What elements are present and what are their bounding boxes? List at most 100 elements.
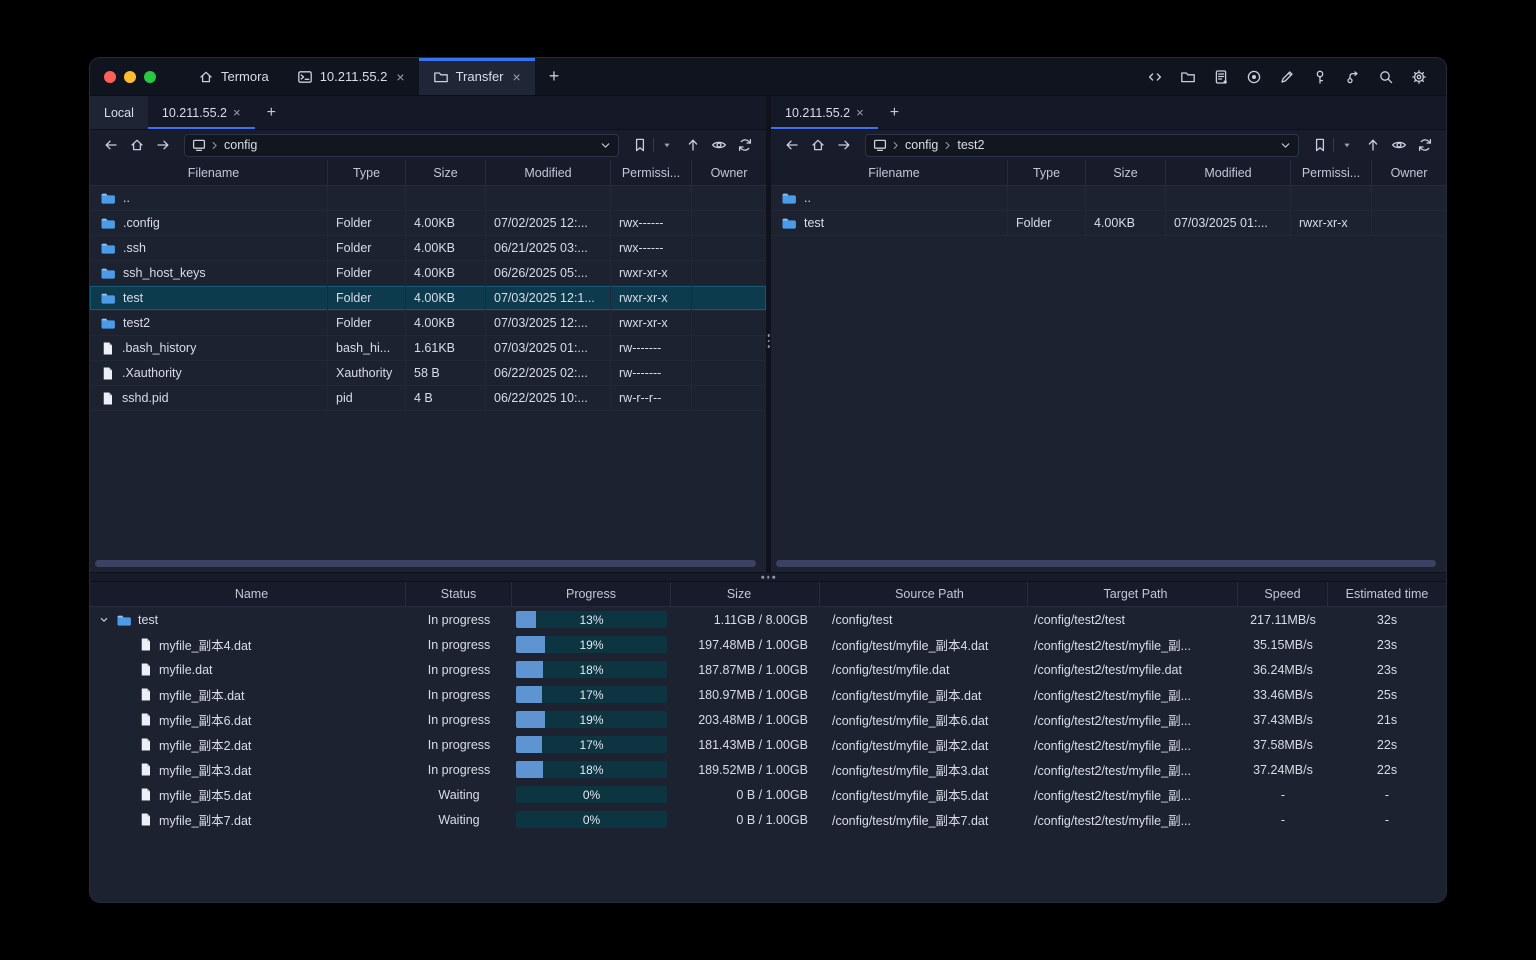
bookmark-dropdown-button[interactable] bbox=[656, 134, 678, 156]
file-row--config[interactable]: .config Folder 4.00KB 07/02/2025 12:... rwx-… bbox=[90, 211, 766, 236]
column-header-filename[interactable]: Filename bbox=[771, 160, 1008, 185]
transfer-row-7[interactable]: myfile_副本5.dat Waiting 0% 0 B / 1.00GB/conf… bbox=[90, 782, 1446, 807]
refresh-button[interactable] bbox=[1414, 134, 1436, 156]
left-pane-new-tab-button[interactable]: + bbox=[255, 96, 288, 129]
transfer-column-header-progress[interactable]: Progress bbox=[512, 582, 671, 606]
close-tab-icon[interactable]: × bbox=[856, 105, 864, 120]
scrollbar-thumb[interactable] bbox=[776, 560, 1436, 567]
file-row--ssh[interactable]: .ssh Folder 4.00KB 06/21/2025 03:... rwx----… bbox=[90, 236, 766, 261]
column-header-permissions[interactable]: Permissi... bbox=[1291, 160, 1372, 185]
home-button[interactable] bbox=[807, 134, 829, 156]
code-button[interactable] bbox=[1144, 66, 1166, 88]
file-row--Xauthority[interactable]: .Xauthority Xauthority 58 B 06/22/2025 02:.… bbox=[90, 361, 766, 386]
transfer-column-header-source-path[interactable]: Source Path bbox=[820, 582, 1028, 606]
transfer-column-header-speed[interactable]: Speed bbox=[1238, 582, 1328, 606]
transfer-column-header-estimated-time[interactable]: Estimated time bbox=[1328, 582, 1446, 606]
edit-icon bbox=[1279, 69, 1295, 85]
back-button[interactable] bbox=[781, 134, 803, 156]
file-row-ssh-host-keys[interactable]: ssh_host_keys Folder 4.00KB 06/26/2025 05:.… bbox=[90, 261, 766, 286]
progress-percent-label: 0% bbox=[582, 812, 601, 827]
titlebar-tab-10-211-55-2[interactable]: 10.211.55.2 × bbox=[283, 58, 419, 95]
path-segment[interactable]: config bbox=[903, 138, 940, 152]
column-header-size[interactable]: Size bbox=[1086, 160, 1166, 185]
close-tab-icon[interactable]: × bbox=[396, 69, 404, 85]
file-row-test2[interactable]: test2 Folder 4.00KB 07/03/2025 12:... rwxr-x… bbox=[90, 311, 766, 336]
keychain-button[interactable] bbox=[1342, 66, 1364, 88]
transfer-row-0[interactable]: test In progress 13% 1.11GB / 8.00GB/config… bbox=[90, 607, 1446, 632]
left-pane-tab-local[interactable]: Local bbox=[90, 96, 148, 129]
bookmark-dropdown-button[interactable] bbox=[1336, 134, 1358, 156]
settings-button[interactable] bbox=[1408, 66, 1430, 88]
path-dropdown-button[interactable] bbox=[599, 139, 612, 152]
file-row-test[interactable]: test Folder 4.00KB 07/03/2025 01:... rwxr-xr… bbox=[771, 211, 1446, 236]
transfer-row-8[interactable]: myfile_副本7.dat Waiting 0% 0 B / 1.00GB/conf… bbox=[90, 807, 1446, 832]
path-segment[interactable]: config bbox=[222, 138, 259, 152]
file-row--[interactable]: .. bbox=[90, 186, 766, 211]
path-segment[interactable]: test2 bbox=[955, 138, 986, 152]
new-folder-button[interactable] bbox=[1177, 66, 1199, 88]
titlebar-tab-transfer[interactable]: Transfer × bbox=[418, 58, 535, 95]
file-row-test[interactable]: test Folder 4.00KB 07/03/2025 12:1... rwxr-x… bbox=[90, 286, 766, 311]
file-icon bbox=[138, 787, 153, 802]
path-dropdown-button[interactable] bbox=[1279, 139, 1292, 152]
forward-button[interactable] bbox=[833, 134, 855, 156]
scrollbar-thumb[interactable] bbox=[95, 560, 756, 567]
show-hidden-files-button[interactable] bbox=[1388, 134, 1410, 156]
home-button[interactable] bbox=[126, 134, 148, 156]
bookmark-button[interactable] bbox=[629, 134, 651, 156]
expand-chevron-icon[interactable] bbox=[98, 614, 110, 626]
refresh-button[interactable] bbox=[734, 134, 756, 156]
record-button[interactable] bbox=[1243, 66, 1265, 88]
traffic-close-button[interactable] bbox=[104, 70, 116, 83]
transfer-column-header-size[interactable]: Size bbox=[671, 582, 820, 606]
traffic-minimize-button[interactable] bbox=[124, 70, 136, 83]
transfer-row-5[interactable]: myfile_副本2.dat In progress 17% 181.43MB / 1… bbox=[90, 732, 1446, 757]
edit-button[interactable] bbox=[1276, 66, 1298, 88]
column-header-modified[interactable]: Modified bbox=[486, 160, 611, 185]
close-tab-icon[interactable]: × bbox=[513, 69, 521, 85]
titlebar-tab-termora[interactable]: Termora bbox=[184, 58, 283, 95]
transfer-column-header-name[interactable]: Name bbox=[90, 582, 406, 606]
transfer-column-header-target-path[interactable]: Target Path bbox=[1028, 582, 1238, 606]
file-row--bash-history[interactable]: .bash_history bash_hi... 1.61KB 07/03/2025 … bbox=[90, 336, 766, 361]
column-header-type[interactable]: Type bbox=[328, 160, 406, 185]
forward-button[interactable] bbox=[152, 134, 174, 156]
right-pane-tab-10-211-55-2[interactable]: 10.211.55.2 × bbox=[771, 96, 878, 129]
left-pane-tab-10-211-55-2[interactable]: 10.211.55.2 × bbox=[147, 96, 255, 129]
folder-icon bbox=[100, 290, 116, 306]
column-header-owner[interactable]: Owner bbox=[1372, 160, 1446, 185]
transfer-row-6[interactable]: myfile_副本3.dat In progress 18% 189.52MB / 1… bbox=[90, 757, 1446, 782]
divider bbox=[1333, 138, 1334, 152]
transfer-eta-cell: - bbox=[1384, 787, 1390, 802]
log-button[interactable] bbox=[1210, 66, 1232, 88]
new-window-tab-button[interactable]: + bbox=[535, 58, 574, 95]
upload-button[interactable] bbox=[682, 134, 704, 156]
transfer-column-header-status[interactable]: Status bbox=[406, 582, 512, 606]
left-pane-tab-bar: Local 10.211.55.2 × + bbox=[90, 96, 766, 130]
key-button[interactable] bbox=[1309, 66, 1331, 88]
transfer-row-3[interactable]: myfile_副本.dat In progress 17% 180.97MB / 1.… bbox=[90, 682, 1446, 707]
close-tab-icon[interactable]: × bbox=[233, 105, 241, 120]
column-header-filename[interactable]: Filename bbox=[90, 160, 328, 185]
file-row--[interactable]: .. bbox=[771, 186, 1446, 211]
search-button[interactable] bbox=[1375, 66, 1397, 88]
column-header-modified[interactable]: Modified bbox=[1166, 160, 1291, 185]
file-row-sshd-pid[interactable]: sshd.pid pid 4 B 06/22/2025 10:... rw-r--r-- bbox=[90, 386, 766, 411]
horizontal-splitter[interactable] bbox=[90, 572, 1446, 582]
transfer-row-1[interactable]: myfile_副本4.dat In progress 19% 197.48MB / 1… bbox=[90, 632, 1446, 657]
show-hidden-files-button[interactable] bbox=[708, 134, 730, 156]
column-header-type[interactable]: Type bbox=[1008, 160, 1086, 185]
right-pane-new-tab-button[interactable]: + bbox=[878, 96, 911, 129]
traffic-zoom-button[interactable] bbox=[144, 70, 156, 83]
upload-button[interactable] bbox=[1362, 134, 1384, 156]
column-header-owner[interactable]: Owner bbox=[692, 160, 766, 185]
column-header-permissions[interactable]: Permissi... bbox=[611, 160, 692, 185]
transfer-row-4[interactable]: myfile_副本6.dat In progress 19% 203.48MB / 1… bbox=[90, 707, 1446, 732]
bookmark-button[interactable] bbox=[1309, 134, 1331, 156]
transfer-row-2[interactable]: myfile.dat In progress 18% 187.87MB / 1.00G… bbox=[90, 657, 1446, 682]
transfer-status-cell: In progress bbox=[427, 737, 491, 752]
column-header-size[interactable]: Size bbox=[406, 160, 486, 185]
back-button[interactable] bbox=[100, 134, 122, 156]
right-pane-path-bar[interactable]: config test2 bbox=[865, 133, 1299, 157]
left-pane-path-bar[interactable]: config bbox=[184, 133, 619, 157]
